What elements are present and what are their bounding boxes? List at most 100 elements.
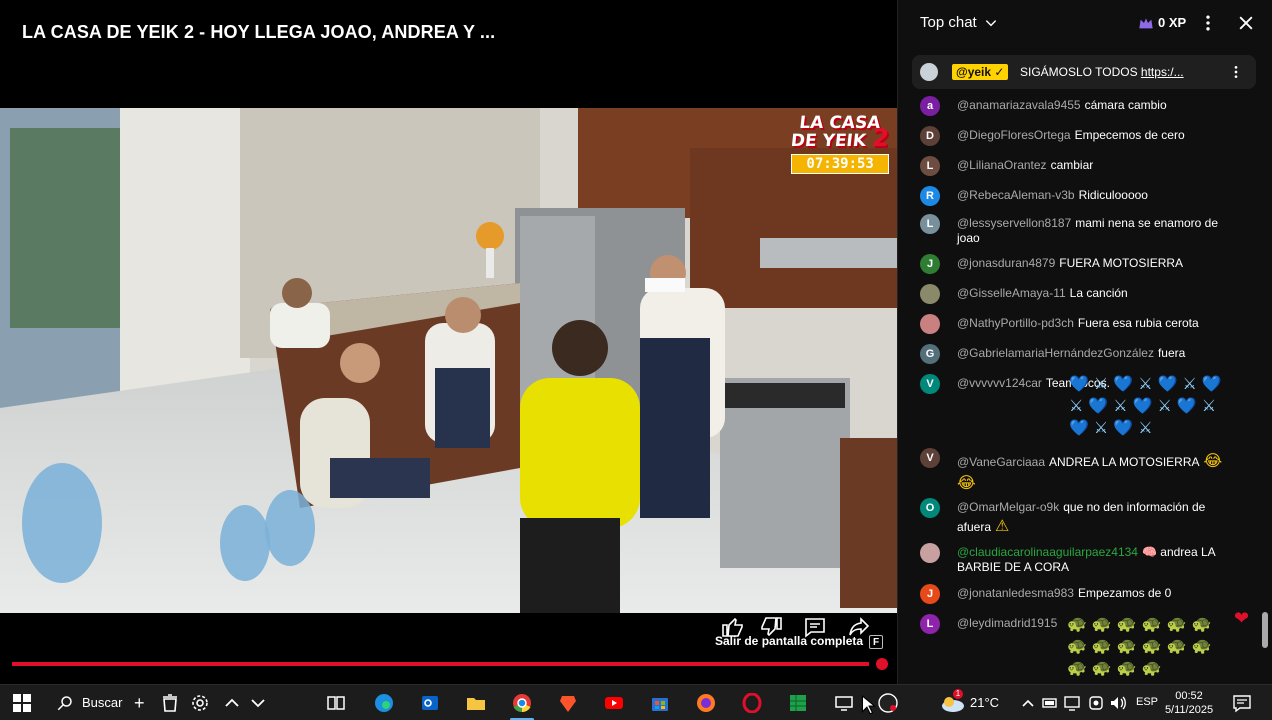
chat-text: Fuera esa rubia cerota xyxy=(1077,316,1199,330)
mouse-cursor-icon xyxy=(861,695,877,715)
obs-icon[interactable] xyxy=(878,693,898,713)
chat-avatar[interactable]: J xyxy=(920,584,940,604)
xp-badge[interactable]: 0 XP xyxy=(1138,15,1186,30)
edge-browser-icon[interactable] xyxy=(374,693,394,713)
chevron-up-icon[interactable] xyxy=(222,693,242,713)
gear-icon[interactable] xyxy=(190,693,210,713)
xp-value: 0 XP xyxy=(1158,15,1187,30)
outlook-icon[interactable] xyxy=(420,693,440,713)
chat-author[interactable]: @leydimadrid1915 xyxy=(957,616,1057,630)
chat-author[interactable]: @RebecaAleman-v3b xyxy=(957,188,1075,202)
clock-time: 00:52 xyxy=(1175,690,1203,702)
volume-icon[interactable] xyxy=(1108,693,1128,713)
video-player[interactable]: LA CASA DE YEIK 2 - HOY LLEGA JOAO, ANDR… xyxy=(0,0,897,684)
pinned-more-icon[interactable] xyxy=(1228,64,1244,80)
member-badge-icon: 🧠 xyxy=(1141,545,1161,559)
chat-avatar[interactable] xyxy=(920,543,940,563)
chat-message-body: @jonatanledesma983 Empezamos de 0 xyxy=(957,586,1237,601)
add-icon[interactable]: + xyxy=(134,693,154,713)
stream-clock: 07:39:53 xyxy=(791,154,889,174)
chat-mode-dropdown[interactable]: Top chat xyxy=(920,14,977,31)
battery-icon[interactable] xyxy=(1040,693,1060,713)
chat-avatar[interactable]: G xyxy=(920,344,940,364)
webcam-icon[interactable] xyxy=(1086,693,1106,713)
logo-line-2: DE YEIK xyxy=(790,131,868,151)
opera-icon[interactable] xyxy=(742,693,762,713)
chat-scrollbar[interactable] xyxy=(1262,612,1268,648)
chat-message-body: @GisselleAmaya-11 La canción xyxy=(957,286,1237,301)
chat-author[interactable]: @DiegoFloresOrtega xyxy=(957,128,1071,142)
video-frame[interactable]: LA CASA DE YEIK 2 07:39:53 xyxy=(0,108,897,613)
close-icon[interactable] xyxy=(1236,13,1256,33)
youtube-icon[interactable] xyxy=(604,693,624,713)
video-title: LA CASA DE YEIK 2 - HOY LLEGA JOAO, ANDR… xyxy=(22,22,496,42)
chat-author[interactable]: @lessyservellon8187 xyxy=(957,216,1071,230)
chat-author[interactable]: @vvvvvv124car xyxy=(957,376,1042,390)
network-icon[interactable] xyxy=(1062,693,1082,713)
taskbar-search[interactable]: Buscar xyxy=(46,690,130,716)
pinned-link[interactable]: https:/... xyxy=(1141,65,1184,79)
chat-avatar[interactable] xyxy=(920,284,940,304)
chat-avatar[interactable]: L xyxy=(920,614,940,634)
pinned-message[interactable]: @yeik ✓ SIGÁMOSLO TODOS https:/... xyxy=(912,55,1256,89)
progress-bar[interactable] xyxy=(12,662,869,666)
chat-avatar[interactable]: D xyxy=(920,126,940,146)
chat-message-body: @LilianaOrantez cambiar xyxy=(957,158,1237,173)
chat-text: cambiar xyxy=(1050,158,1094,172)
monitor-icon[interactable] xyxy=(834,693,854,713)
chat-avatar[interactable]: a xyxy=(920,96,940,116)
logo-number: 2 xyxy=(871,124,891,152)
file-explorer-icon[interactable] xyxy=(466,693,486,713)
chat-author[interactable]: @GabrielamariaHernándezGonzález xyxy=(957,346,1154,360)
chat-text: Ridiculooooo xyxy=(1078,188,1148,202)
windows-start-icon[interactable] xyxy=(12,693,32,713)
pinned-author: @yeik xyxy=(956,65,992,79)
chat-author[interactable]: @VaneGarciaaa xyxy=(957,455,1045,469)
chat-author[interactable]: @GisselleAmaya-11 xyxy=(957,286,1066,300)
chat-message-body: @GabrielamariaHernándezGonzález fuera xyxy=(957,346,1237,361)
notifications-icon[interactable] xyxy=(1232,693,1252,713)
chat-message-body: @DiegoFloresOrtega Empecemos de cero xyxy=(957,128,1237,143)
trash-icon[interactable] xyxy=(160,693,180,713)
spreadsheet-icon[interactable] xyxy=(788,693,808,713)
firefox-icon[interactable] xyxy=(696,693,716,713)
chat-author[interactable]: @jonasduran4879 xyxy=(957,256,1055,270)
windows-taskbar: Buscar + 1 21°C ESP 00:52 5/11/2025 xyxy=(0,684,1272,720)
owner-badge[interactable]: @yeik ✓ xyxy=(952,64,1009,80)
chat-author[interactable]: @NathyPortillo-pd3ch xyxy=(957,316,1074,330)
store-icon[interactable] xyxy=(650,693,670,713)
tray-expand-icon[interactable] xyxy=(1018,693,1038,713)
chat-avatar[interactable]: V xyxy=(920,448,940,468)
chevron-down-icon[interactable] xyxy=(984,16,998,30)
chevron-down-icon[interactable] xyxy=(248,693,268,713)
chat-author[interactable]: @jonatanledesma983 xyxy=(957,586,1074,600)
task-view-icon[interactable] xyxy=(326,693,346,713)
chat-author[interactable]: @claudiacarolinaaguilarpaez4134 xyxy=(957,545,1138,559)
chat-avatar[interactable]: O xyxy=(920,498,940,518)
pinned-avatar xyxy=(920,63,938,81)
chat-avatar[interactable]: R xyxy=(920,186,940,206)
chat-avatar[interactable] xyxy=(920,314,940,334)
chat-header: Top chat 0 XP xyxy=(898,0,1272,46)
input-language[interactable]: ESP xyxy=(1136,696,1158,708)
chat-author[interactable]: @OmarMelgar-o9k xyxy=(957,500,1059,514)
video-scene xyxy=(0,108,897,613)
temperature[interactable]: 21°C xyxy=(970,695,999,710)
chat-author[interactable]: @anamariazavala9455 xyxy=(957,98,1081,112)
chrome-icon[interactable] xyxy=(512,693,532,713)
clock-date: 5/11/2025 xyxy=(1164,704,1214,716)
chat-text: cámara cambio xyxy=(1084,98,1167,112)
chat-message-body: @anamariazavala9455 cámara cambio xyxy=(957,98,1237,113)
chat-message-body: @jonasduran4879 FUERA MOTOSIERRA xyxy=(957,256,1237,271)
chat-avatar[interactable]: V xyxy=(920,374,940,394)
show-logo: LA CASA DE YEIK 2 07:39:53 xyxy=(790,113,891,174)
chat-avatar[interactable]: L xyxy=(920,156,940,176)
progress-scrubber[interactable] xyxy=(876,658,888,670)
chat-avatar[interactable]: J xyxy=(920,254,940,274)
chat-author[interactable]: @LilianaOrantez xyxy=(957,158,1047,172)
more-vert-icon[interactable] xyxy=(1198,13,1218,33)
chat-avatar[interactable]: L xyxy=(920,214,940,234)
taskbar-clock[interactable]: 00:52 5/11/2025 xyxy=(1164,689,1214,717)
chat-emoji: ⚠ xyxy=(995,516,1015,535)
brave-icon[interactable] xyxy=(558,693,578,713)
